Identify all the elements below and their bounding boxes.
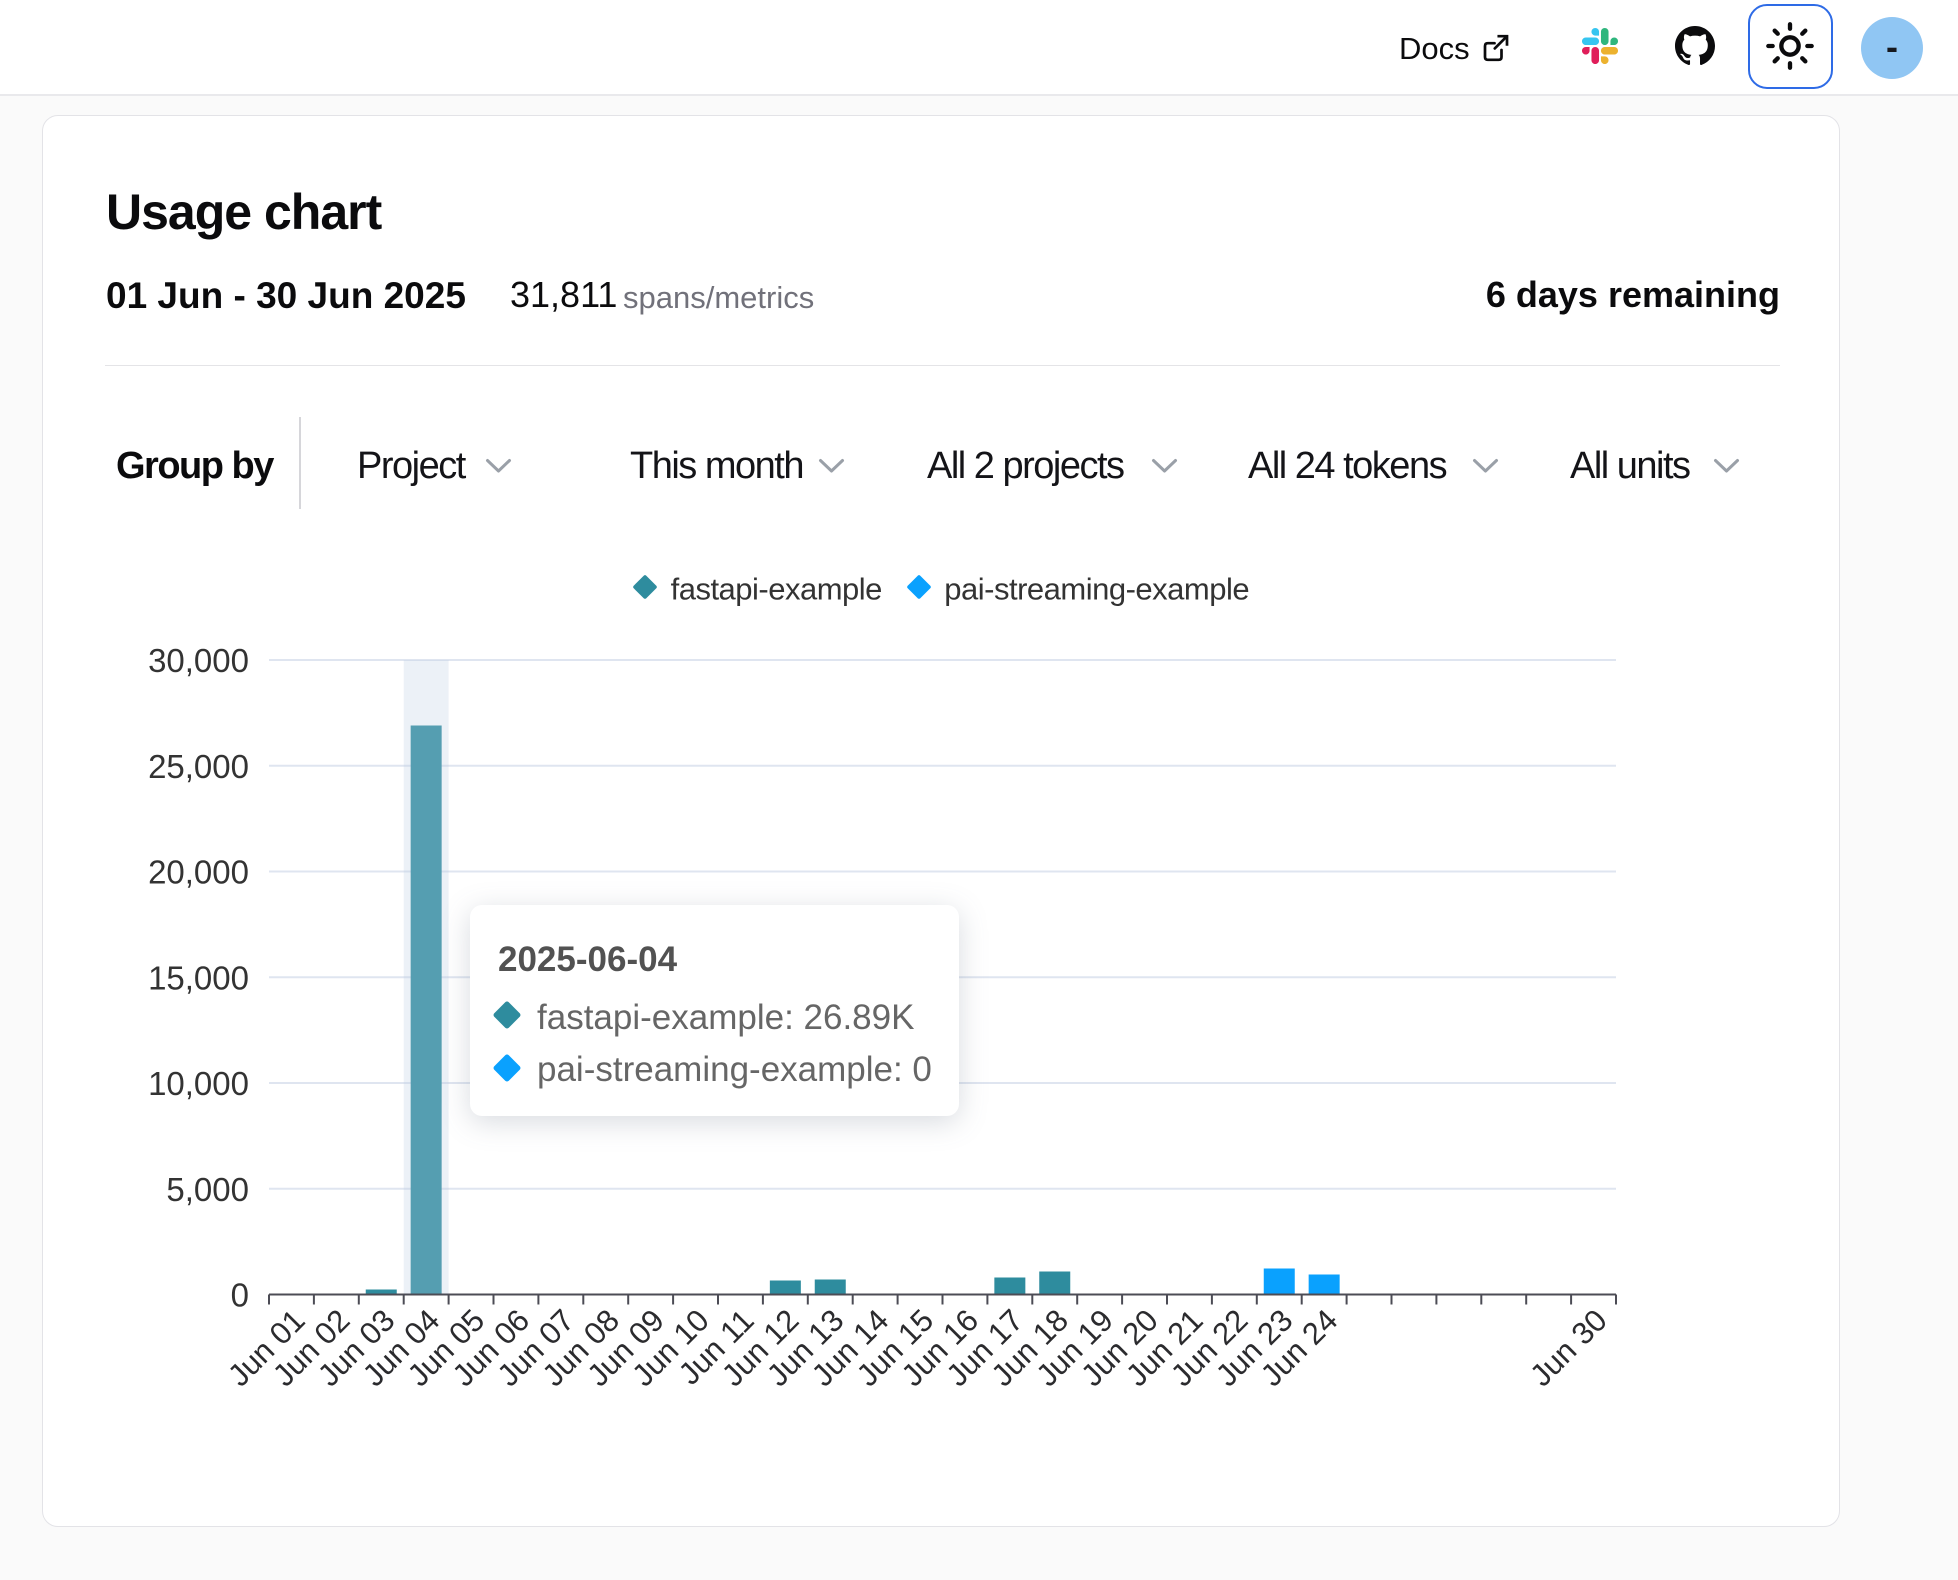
svg-text:30,000: 30,000 [148, 642, 249, 679]
svg-text:Jun 30: Jun 30 [1523, 1302, 1614, 1393]
svg-text:25,000: 25,000 [148, 748, 249, 785]
svg-text:10,000: 10,000 [148, 1065, 249, 1102]
svg-text:0: 0 [231, 1277, 249, 1314]
svg-text:fastapi-example: fastapi-example [671, 572, 882, 607]
svg-text:5,000: 5,000 [166, 1171, 249, 1208]
svg-text:20,000: 20,000 [148, 854, 249, 891]
svg-text:pai-streaming-example: pai-streaming-example [944, 572, 1249, 607]
svg-text:15,000: 15,000 [148, 959, 249, 996]
